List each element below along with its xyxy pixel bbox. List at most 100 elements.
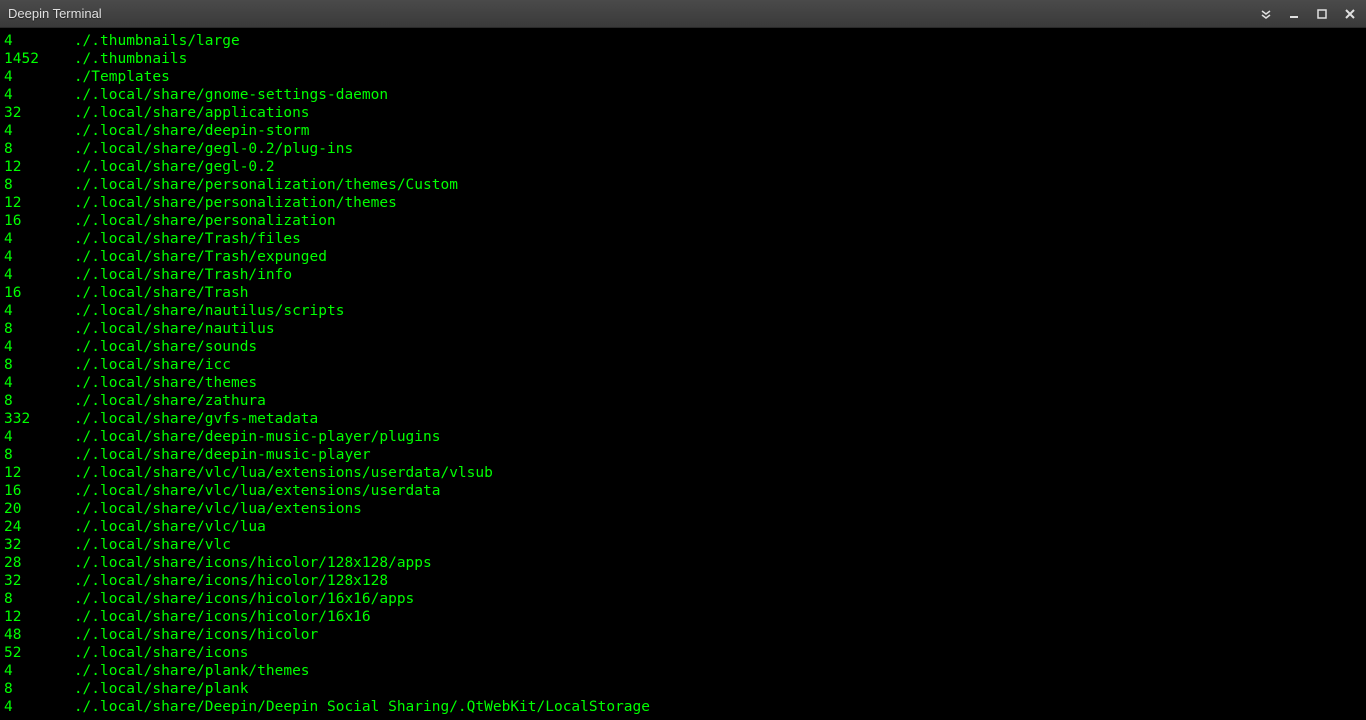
du-size: 4 [4,230,74,248]
du-row: 52./.local/share/icons [4,644,1362,662]
du-path: ./.local/share/icons/hicolor [74,627,318,643]
du-path: ./.local/share/plank/themes [74,663,310,679]
du-row: 16./.local/share/personalization [4,212,1362,230]
du-path: ./.local/share/plank [74,681,249,697]
du-size: 4 [4,248,74,266]
du-size: 1452 [4,50,74,68]
du-size: 4 [4,122,74,140]
du-path: ./.local/share/gegl-0.2/plug-ins [74,141,353,157]
du-row: 20./.local/share/vlc/lua/extensions [4,500,1362,518]
du-size: 52 [4,644,74,662]
du-path: ./.local/share/vlc [74,537,231,553]
du-size: 16 [4,284,74,302]
du-row: 12./.local/share/icons/hicolor/16x16 [4,608,1362,626]
du-row: 4./.thumbnails/large [4,32,1362,50]
du-size: 8 [4,680,74,698]
du-path: ./.local/share/icons/hicolor/128x128 [74,573,388,589]
minimize-button[interactable] [1286,6,1302,22]
du-row: 4./.local/share/deepin-storm [4,122,1362,140]
du-row: 4./.local/share/sounds [4,338,1362,356]
du-size: 4 [4,302,74,320]
du-path: ./.local/share/deepin-music-player [74,447,371,463]
window-controls [1258,6,1358,22]
du-size: 4 [4,374,74,392]
du-row: 4./Templates [4,68,1362,86]
du-size: 8 [4,140,74,158]
du-row: 16./.local/share/Trash [4,284,1362,302]
du-size: 12 [4,608,74,626]
du-path: ./.local/share/icc [74,357,231,373]
du-row: 16./.local/share/vlc/lua/extensions/user… [4,482,1362,500]
du-row: 8./.local/share/personalization/themes/C… [4,176,1362,194]
titlebar: Deepin Terminal [0,0,1366,28]
du-path: ./.local/share/personalization/themes [74,195,397,211]
du-path: ./.local/share/gnome-settings-daemon [74,87,388,103]
du-size: 4 [4,32,74,50]
du-row: 4./.local/share/nautilus/scripts [4,302,1362,320]
du-size: 12 [4,158,74,176]
du-row: 8./.local/share/icc [4,356,1362,374]
du-row: 32./.local/share/applications [4,104,1362,122]
du-row: 48./.local/share/icons/hicolor [4,626,1362,644]
du-row: 24./.local/share/vlc/lua [4,518,1362,536]
du-size: 20 [4,500,74,518]
du-size: 32 [4,536,74,554]
du-row: 1452./.thumbnails [4,50,1362,68]
du-size: 48 [4,626,74,644]
du-size: 12 [4,194,74,212]
du-path: ./.local/share/icons/hicolor/128x128/app… [74,555,432,571]
du-path: ./.local/share/themes [74,375,257,391]
du-row: 4./.local/share/Trash/info [4,266,1362,284]
du-size: 12 [4,464,74,482]
du-size: 8 [4,590,74,608]
du-path: ./.local/share/personalization/themes/Cu… [74,177,458,193]
du-path: ./.local/share/Trash [74,285,249,301]
du-path: ./.local/share/zathura [74,393,266,409]
du-path: ./.local/share/icons [74,645,249,661]
du-row: 332./.local/share/gvfs-metadata [4,410,1362,428]
close-button[interactable] [1342,6,1358,22]
du-size: 16 [4,482,74,500]
du-row: 4./.local/share/Trash/files [4,230,1362,248]
du-path: ./.local/share/Trash/expunged [74,249,327,265]
du-size: 24 [4,518,74,536]
du-path: ./Templates [74,69,170,85]
du-size: 4 [4,338,74,356]
du-row: 8./.local/share/gegl-0.2/plug-ins [4,140,1362,158]
du-size: 4 [4,266,74,284]
du-path: ./.local/share/sounds [74,339,257,355]
du-path: ./.local/share/nautilus [74,321,275,337]
du-path: ./.local/share/Trash/info [74,267,292,283]
du-row: 4./.local/share/plank/themes [4,662,1362,680]
window-title: Deepin Terminal [8,6,1258,21]
du-row: 28./.local/share/icons/hicolor/128x128/a… [4,554,1362,572]
du-path: ./.local/share/icons/hicolor/16x16 [74,609,371,625]
terminal-output[interactable]: 4./.thumbnails/large1452./.thumbnails4./… [0,28,1366,720]
du-row: 4./.local/share/gnome-settings-daemon [4,86,1362,104]
du-size: 8 [4,356,74,374]
du-path: ./.local/share/Deepin/Deepin Social Shar… [74,699,650,715]
du-row: 8./.local/share/plank [4,680,1362,698]
menu-button[interactable] [1258,6,1274,22]
du-size: 8 [4,176,74,194]
du-size: 32 [4,572,74,590]
du-path: ./.local/share/icons/hicolor/16x16/apps [74,591,414,607]
maximize-button[interactable] [1314,6,1330,22]
du-size: 28 [4,554,74,572]
du-size: 4 [4,86,74,104]
du-size: 332 [4,410,74,428]
du-path: ./.local/share/gvfs-metadata [74,411,318,427]
du-path: ./.local/share/vlc/lua [74,519,266,535]
du-size: 16 [4,212,74,230]
du-size: 4 [4,428,74,446]
du-size: 4 [4,68,74,86]
du-row: 32./.local/share/icons/hicolor/128x128 [4,572,1362,590]
du-path: ./.local/share/deepin-storm [74,123,310,139]
du-row: 4./.local/share/Deepin/Deepin Social Sha… [4,698,1362,716]
du-row: 4./.local/share/themes [4,374,1362,392]
du-size: 4 [4,662,74,680]
du-path: ./.local/share/personalization [74,213,336,229]
du-row: 8./.local/share/zathura [4,392,1362,410]
du-row: 32./.local/share/vlc [4,536,1362,554]
du-row: 4./.local/share/Trash/expunged [4,248,1362,266]
